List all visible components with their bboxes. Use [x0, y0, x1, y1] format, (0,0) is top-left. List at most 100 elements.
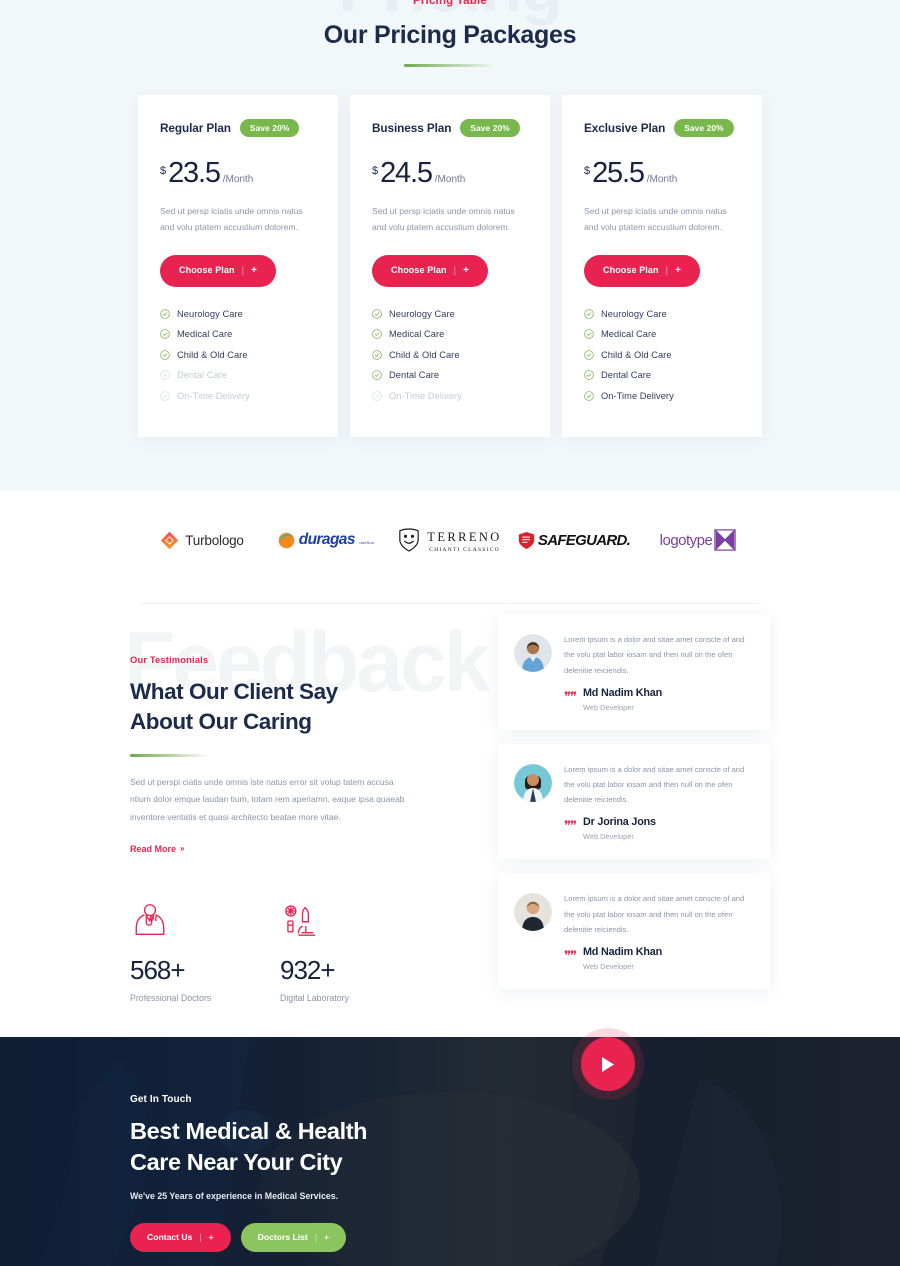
- testimonial-card[interactable]: Lorem ipsum is a dolor and sitae amet co…: [498, 873, 770, 989]
- feature-label: Child & Old Care: [601, 349, 672, 360]
- cta-eyebrow: Get In Touch: [130, 1093, 192, 1105]
- currency-symbol: $: [584, 165, 591, 177]
- feature-label: Medical Care: [601, 329, 657, 340]
- price-value: 23.5: [168, 157, 221, 189]
- feature-list: Neurology Care Medical Care Child & Old Ca…: [372, 309, 528, 401]
- testimonial-author: Md Nadim Khan: [583, 686, 662, 699]
- check-circle-icon: [584, 350, 594, 360]
- title-line-1: What Our Client Say: [130, 679, 338, 705]
- plan-description: Sed ut persp iciatis unde omnis natus an…: [160, 206, 303, 232]
- stat-value: 932+: [280, 954, 336, 985]
- brand-logo-safeguard[interactable]: SAFEGUARD.: [512, 525, 636, 555]
- check-circle-icon: [160, 391, 170, 401]
- duragas-icon: [278, 532, 295, 549]
- button-separator: |: [241, 265, 245, 276]
- testimonial-card[interactable]: Lorem ipsum is a dolor and sitae amet co…: [498, 743, 770, 860]
- brand-label: SAFEGUARD.: [537, 531, 631, 549]
- terreno-crest-icon: [399, 528, 420, 552]
- feature-label: Dental Care: [389, 370, 440, 381]
- feature-item: Child & Old Care: [372, 350, 528, 360]
- testimonials-intro: Our Testimonials What Our Client Say Abo…: [130, 604, 430, 1003]
- testimonial-text: Lorem ipsum is a dolor and sitae amet co…: [564, 764, 745, 805]
- turbologo-icon: [161, 531, 179, 549]
- feature-label: On-Time Delivery: [601, 390, 674, 401]
- avatar: [514, 634, 552, 673]
- plus-icon: +: [251, 264, 258, 276]
- feature-label: Dental Care: [601, 370, 652, 381]
- cta-buttons: Contact Us | + Doctors List | +: [130, 1223, 770, 1252]
- stat-label: Digital Laboratory: [280, 992, 349, 1003]
- pricing-cards: Regular Plan Save 20% $ 23.5 /Month Sed …: [0, 94, 900, 438]
- page-root: Pricing Pricing Table Our Pricing Packag…: [0, 0, 900, 1266]
- plan-name: Business Plan: [372, 120, 452, 135]
- save-badge: Save 20%: [674, 118, 734, 137]
- pricing-card[interactable]: Regular Plan Save 20% $ 23.5 /Month Sed …: [138, 94, 338, 438]
- choose-plan-label: Choose Plan: [179, 265, 235, 276]
- brand-logos-strip: Turbologo duragas dueños TERRENO CHIANTI…: [0, 491, 900, 586]
- quote-icon: ❞❞: [564, 818, 577, 834]
- button-separator: |: [453, 265, 457, 276]
- feature-item: Child & Old Care: [584, 350, 740, 360]
- brand-logo-terreno[interactable]: TERRENO CHIANTI CLASSICO: [388, 525, 512, 555]
- plan-name: Regular Plan: [160, 120, 231, 135]
- testimonial-card[interactable]: Lorem ipsum is a dolor and sitae amet co…: [498, 614, 770, 730]
- card-header: Exclusive Plan Save 20%: [584, 118, 740, 137]
- check-circle-icon: [372, 370, 382, 381]
- feature-label: Child & Old Care: [389, 349, 460, 360]
- microscope-icon: [280, 897, 380, 941]
- testimonials-section: Feedback Our Testimonials What Our Clien…: [0, 585, 900, 1037]
- brand-sublabel: CHIANTI CLASSICO: [429, 546, 500, 553]
- stats-row: 568+ Professional Doctors 932+ Digital L…: [130, 897, 430, 1003]
- pricing-header: Pricing Pricing Table Our Pricing Packag…: [0, 0, 900, 67]
- currency-symbol: $: [372, 165, 379, 177]
- button-separator: |: [665, 265, 669, 276]
- choose-plan-button[interactable]: Choose Plan | +: [372, 254, 489, 287]
- testimonials-eyebrow: Our Testimonials: [130, 654, 209, 666]
- card-header: Business Plan Save 20%: [372, 118, 528, 137]
- check-circle-icon: [584, 370, 594, 381]
- avatar: [514, 763, 552, 802]
- pricing-card[interactable]: Business Plan Save 20% $ 24.5 /Month Sed…: [350, 94, 550, 438]
- brand-label: duragas: [298, 531, 356, 549]
- plan-description: Sed ut persp iciatis unde omnis natus an…: [372, 206, 515, 232]
- feature-item: Child & Old Care: [160, 350, 316, 360]
- title-line-2: About Our Caring: [130, 709, 312, 735]
- feature-item: Medical Care: [372, 329, 528, 339]
- currency-symbol: $: [160, 165, 167, 177]
- play-video-button[interactable]: [581, 1037, 635, 1091]
- testimonials-body: Sed ut perspi ciatis unde omnis iste nat…: [130, 776, 405, 822]
- plus-icon: +: [675, 264, 682, 276]
- feature-item: Medical Care: [584, 329, 740, 339]
- brand-logo-logotype[interactable]: logotype: [636, 525, 760, 555]
- choose-plan-button[interactable]: Choose Plan | +: [584, 254, 701, 287]
- read-more-label: Read More: [130, 843, 177, 854]
- check-circle-icon: [372, 350, 382, 360]
- contact-us-button[interactable]: Contact Us | +: [130, 1223, 231, 1252]
- feature-label: Medical Care: [389, 329, 445, 340]
- price-row: $ 24.5 /Month: [372, 159, 528, 188]
- stat-professional-doctors: 568+ Professional Doctors: [130, 897, 230, 1003]
- feature-item: Dental Care: [372, 370, 528, 380]
- brand-logo-duragas[interactable]: duragas dueños: [264, 525, 388, 555]
- doctor-icon: [130, 897, 230, 941]
- check-circle-icon: [372, 391, 382, 401]
- read-more-link[interactable]: Read More »: [130, 844, 184, 854]
- brand-logo-turbologo[interactable]: Turbologo: [140, 525, 264, 555]
- brand-sublabel: dueños: [359, 540, 375, 546]
- avatar: [514, 893, 552, 932]
- choose-plan-button[interactable]: Choose Plan | +: [160, 254, 277, 287]
- cta-banner: Get In Touch Best Medical & Health Care …: [0, 1036, 900, 1266]
- check-circle-icon: [584, 391, 594, 401]
- testimonial-role: Web Developer: [583, 702, 634, 712]
- contact-us-label: Contact Us: [147, 1232, 193, 1242]
- pricing-card[interactable]: Exclusive Plan Save 20% $ 25.5 /Month Se…: [562, 94, 762, 438]
- feature-item: Dental Care: [584, 370, 740, 380]
- page-title: Our Pricing Packages: [323, 20, 577, 49]
- cta-subtitle: We've 25 Years of experience in Medical …: [130, 1191, 339, 1201]
- doctors-list-button[interactable]: Doctors List | +: [240, 1223, 347, 1252]
- testimonial-text: Lorem ipsum is a dolor and sitae amet co…: [564, 635, 745, 675]
- feature-item: Neurology Care: [372, 309, 528, 319]
- testimonials-divider: [130, 753, 210, 757]
- plan-name: Exclusive Plan: [584, 120, 666, 135]
- check-circle-icon: [584, 329, 594, 340]
